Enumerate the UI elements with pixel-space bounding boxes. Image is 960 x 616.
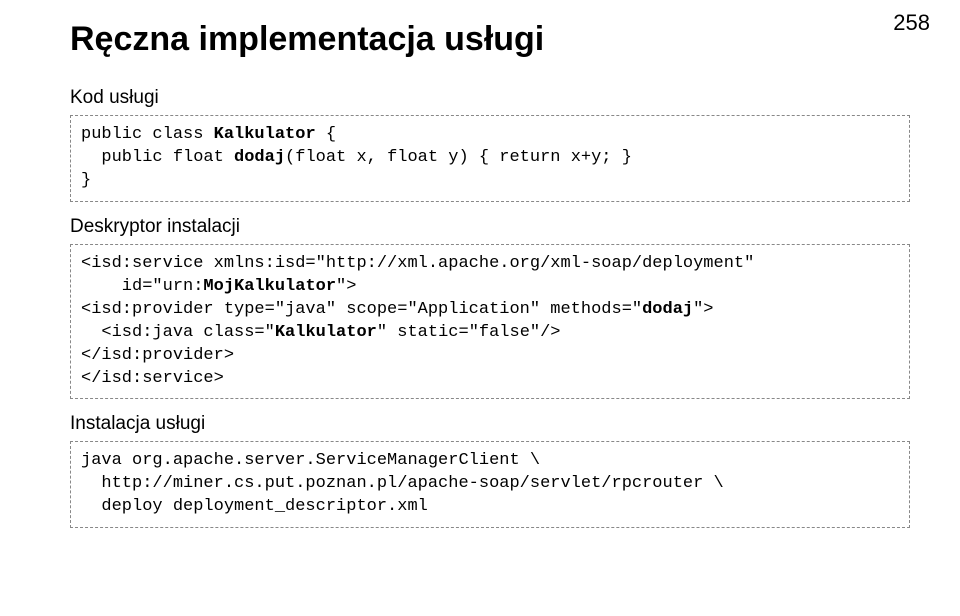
page-title: Ręczna implementacja usługi [70, 20, 910, 59]
code-text: <isd:java class=" [81, 323, 275, 342]
code-box-service: public class Kalkulator { public float d… [70, 115, 910, 202]
code-text-bold: dodaj [642, 300, 693, 319]
code-text-bold: dodaj [234, 148, 285, 167]
code-text-bold: Kalkulator [214, 125, 316, 144]
code-text: "> [336, 277, 356, 296]
code-text: "> [693, 300, 713, 319]
code-text: </isd:provider> [81, 346, 234, 365]
code-text-bold: Kalkulator [275, 323, 377, 342]
code-text: <isd:service xmlns:isd="http://xml.apach… [81, 254, 754, 273]
section-label-descriptor: Deskryptor instalacji [70, 216, 910, 238]
code-text: public float [81, 148, 234, 167]
section-label-install: Instalacja usługi [70, 413, 910, 435]
code-text-bold: MojKalkulator [203, 277, 336, 296]
code-box-descriptor: <isd:service xmlns:isd="http://xml.apach… [70, 244, 910, 400]
code-text: deploy deployment_descriptor.xml [81, 497, 428, 516]
code-text: </isd:service> [81, 369, 224, 388]
code-text: { [316, 125, 336, 144]
code-text: http://miner.cs.put.poznan.pl/apache-soa… [81, 474, 724, 493]
code-text: public class [81, 125, 214, 144]
code-text: <isd:provider type="java" scope="Applica… [81, 300, 642, 319]
code-text: (float x, float y) { return x+y; } [285, 148, 632, 167]
code-text: " static="false"/> [377, 323, 561, 342]
section-label-code: Kod usługi [70, 87, 910, 109]
page-number: 258 [893, 10, 930, 36]
code-text: id="urn: [81, 277, 203, 296]
code-box-install: java org.apache.server.ServiceManagerCli… [70, 441, 910, 528]
code-text: java org.apache.server.ServiceManagerCli… [81, 451, 540, 470]
code-text: } [81, 171, 91, 190]
